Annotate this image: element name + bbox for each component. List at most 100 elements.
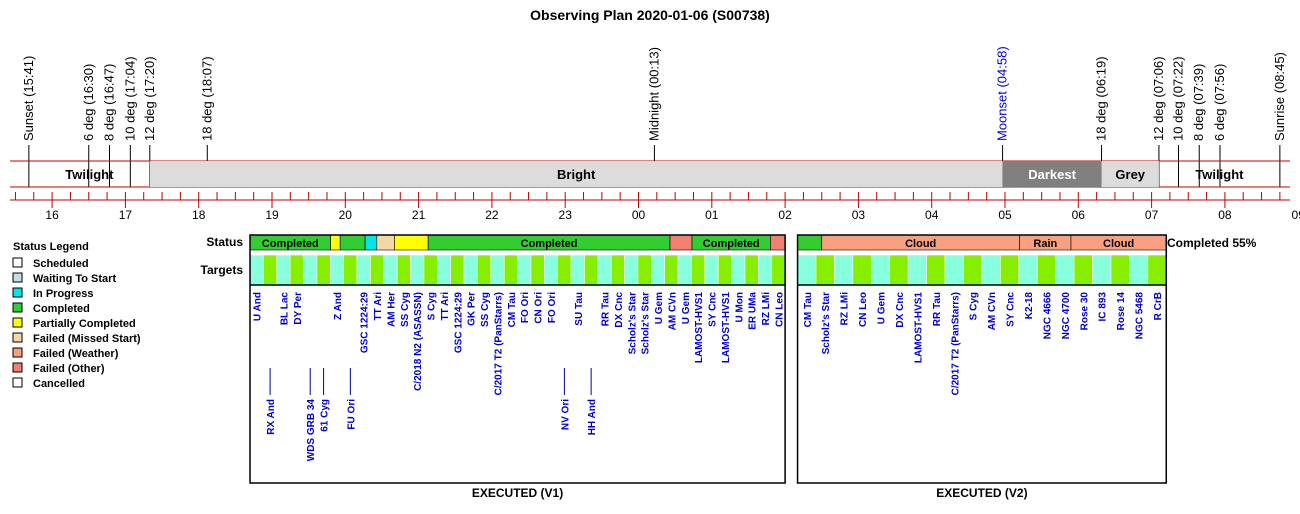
target-block[interactable]: [907, 254, 927, 286]
target-label[interactable]: IC 893: [1098, 292, 1109, 322]
target-label[interactable]: CN Leo: [858, 292, 869, 327]
target-block[interactable]: [530, 254, 545, 286]
target-label[interactable]: SY Cnc: [708, 292, 719, 327]
target-label[interactable]: NGC 4666: [1042, 292, 1053, 340]
target-label[interactable]: NGC 5468: [1135, 292, 1146, 340]
target-label[interactable]: FO Ori: [520, 292, 531, 323]
target-block[interactable]: [343, 254, 358, 286]
target-label[interactable]: RZ LMi: [761, 292, 772, 326]
target-block[interactable]: [717, 254, 732, 286]
target-label[interactable]: TT Ari: [373, 292, 384, 321]
target-label[interactable]: C/2017 T2 (PanStarrs): [493, 292, 504, 395]
target-label[interactable]: GSC 1224:29: [360, 292, 371, 354]
target-label[interactable]: Z And: [333, 292, 344, 320]
target-block[interactable]: [1055, 254, 1075, 286]
target-block[interactable]: [263, 254, 278, 286]
target-block[interactable]: [1073, 254, 1093, 286]
target-block[interactable]: [771, 254, 786, 286]
target-block[interactable]: [834, 254, 854, 286]
target-block[interactable]: [490, 254, 505, 286]
target-block[interactable]: [797, 254, 817, 286]
target-block[interactable]: [981, 254, 1001, 286]
target-label[interactable]: AM Her: [386, 292, 397, 327]
target-label[interactable]: Scholz's Star: [641, 292, 652, 355]
target-block[interactable]: [731, 254, 746, 286]
target-block[interactable]: [963, 254, 983, 286]
target-block[interactable]: [926, 254, 946, 286]
target-label[interactable]: LAMOST-HVS1: [913, 292, 924, 364]
target-block[interactable]: [704, 254, 719, 286]
target-block[interactable]: [423, 254, 438, 286]
target-block[interactable]: [396, 254, 411, 286]
target-label[interactable]: CN Ori: [534, 292, 545, 324]
target-label[interactable]: SS Cyg: [400, 292, 411, 327]
target-block[interactable]: [249, 254, 264, 286]
target-block[interactable]: [570, 254, 585, 286]
target-block[interactable]: [517, 254, 532, 286]
target-block[interactable]: [852, 254, 872, 286]
target-block[interactable]: [691, 254, 706, 286]
target-label[interactable]: 61 Cyg: [320, 399, 331, 432]
target-block[interactable]: [584, 254, 599, 286]
target-label[interactable]: LAMOST-HVS1: [694, 292, 705, 364]
target-label[interactable]: K2-18: [1024, 292, 1035, 320]
target-label[interactable]: RR Tau: [932, 292, 943, 326]
target-block[interactable]: [677, 254, 692, 286]
target-label[interactable]: SY Cnc: [1006, 292, 1017, 327]
target-block[interactable]: [410, 254, 425, 286]
target-label[interactable]: RR Tau: [601, 292, 612, 326]
target-block[interactable]: [758, 254, 773, 286]
target-block[interactable]: [651, 254, 666, 286]
target-block[interactable]: [944, 254, 964, 286]
target-label[interactable]: C/2017 T2 (PanStarrs): [950, 292, 961, 395]
target-block[interactable]: [664, 254, 679, 286]
target-block[interactable]: [1092, 254, 1112, 286]
target-label[interactable]: S Cyg: [427, 292, 438, 320]
target-label[interactable]: S Cyg: [969, 292, 980, 320]
target-block[interactable]: [557, 254, 572, 286]
target-block[interactable]: [303, 254, 318, 286]
target-block[interactable]: [1018, 254, 1038, 286]
target-label[interactable]: FU Ori: [346, 399, 357, 430]
target-label[interactable]: SU Tau: [574, 292, 585, 326]
target-label[interactable]: U Gem: [654, 292, 665, 324]
target-block[interactable]: [1036, 254, 1056, 286]
target-block[interactable]: [1147, 254, 1167, 286]
target-label[interactable]: TT Ari: [440, 292, 451, 321]
target-block[interactable]: [329, 254, 344, 286]
target-block[interactable]: [383, 254, 398, 286]
target-label[interactable]: Scholz's Star: [627, 292, 638, 355]
target-block[interactable]: [276, 254, 291, 286]
target-block[interactable]: [1129, 254, 1149, 286]
target-block[interactable]: [316, 254, 331, 286]
target-block[interactable]: [815, 254, 835, 286]
target-block[interactable]: [370, 254, 385, 286]
target-label[interactable]: GSC 1224:29: [453, 292, 464, 354]
target-block[interactable]: [610, 254, 625, 286]
target-label[interactable]: RZ LMi: [840, 292, 851, 326]
target-block[interactable]: [744, 254, 759, 286]
target-label[interactable]: AM CVn: [987, 292, 998, 330]
target-label[interactable]: CM Tau: [507, 292, 518, 327]
target-label[interactable]: ER UMa: [748, 292, 759, 330]
target-label[interactable]: Rose 30: [1079, 292, 1090, 331]
target-block[interactable]: [889, 254, 909, 286]
target-block[interactable]: [544, 254, 558, 286]
target-label[interactable]: LAMOST-HVS1: [721, 292, 732, 364]
target-label[interactable]: Rose 14: [1116, 292, 1127, 331]
target-label[interactable]: NGC 4700: [1061, 292, 1072, 340]
target-block[interactable]: [436, 254, 451, 286]
target-block[interactable]: [1000, 254, 1020, 286]
target-block[interactable]: [624, 254, 639, 286]
target-label[interactable]: NV Ori: [560, 399, 571, 430]
target-label[interactable]: DX Cnc: [895, 292, 906, 328]
target-label[interactable]: BL Lac: [279, 292, 290, 326]
target-block[interactable]: [1110, 254, 1130, 286]
target-block[interactable]: [871, 254, 891, 286]
target-label[interactable]: GK Per: [467, 292, 478, 326]
target-label[interactable]: R CrB: [1153, 292, 1164, 320]
target-block[interactable]: [597, 254, 612, 286]
target-block[interactable]: [289, 254, 304, 286]
target-label[interactable]: WDS GRB 34: [306, 399, 317, 462]
target-label[interactable]: CM Tau: [803, 292, 814, 327]
